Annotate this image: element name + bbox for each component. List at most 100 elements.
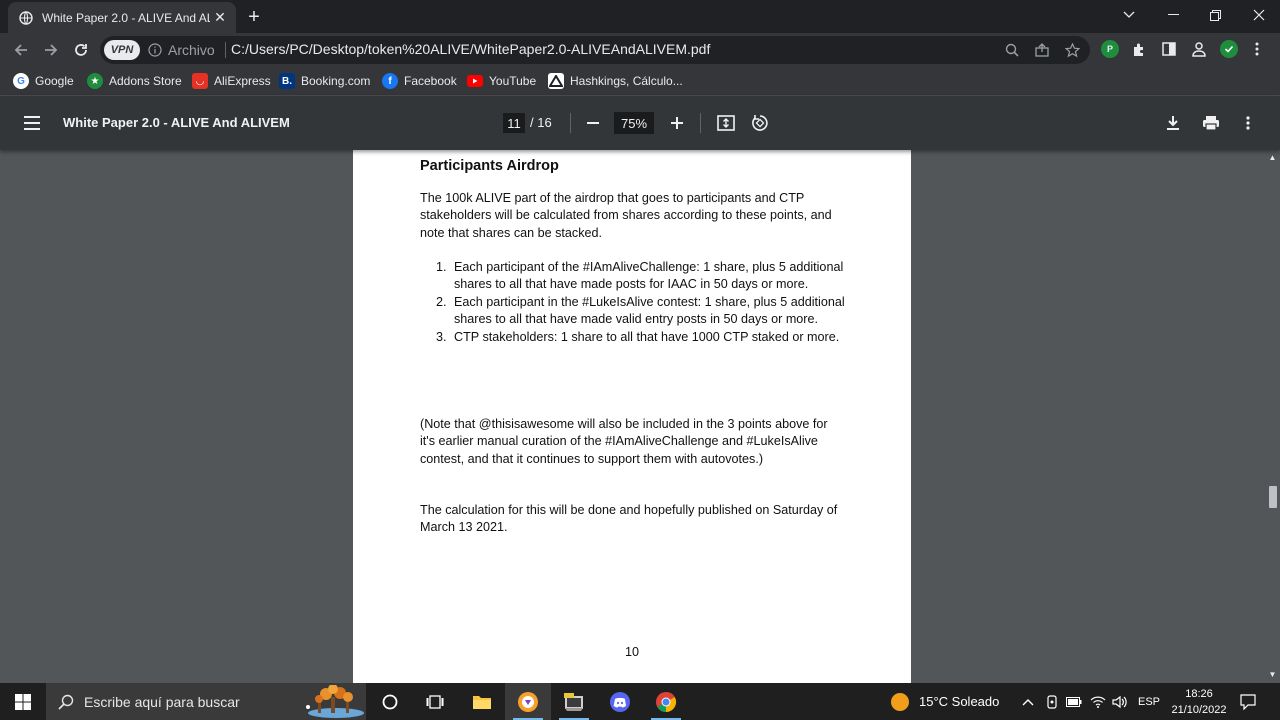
aliexpress-icon: ◡ <box>192 73 208 89</box>
bookmark-youtube[interactable]: YouTube <box>467 71 536 91</box>
pdf-viewer[interactable]: Participants Airdrop The 100k ALIVE part… <box>0 150 1280 683</box>
closing-paragraph: The calculation for this will be done an… <box>420 503 838 535</box>
start-button[interactable] <box>0 683 46 720</box>
extensions-puzzle-icon[interactable] <box>1130 40 1148 58</box>
facebook-icon: f <box>382 73 398 89</box>
battery-icon[interactable] <box>1066 683 1082 720</box>
scrollbar[interactable]: ▲ ▼ <box>1265 150 1280 683</box>
section-heading: Participants Airdrop <box>420 158 559 174</box>
bookmark-label: Addons Store <box>109 74 182 88</box>
page-number: 10 <box>624 645 639 659</box>
brave-browser-icon[interactable] <box>505 683 551 720</box>
notifications-icon[interactable] <box>1240 683 1256 720</box>
bookmark-label: Hashkings, Cálculo... <box>570 74 683 88</box>
bookmark-facebook[interactable]: f Facebook <box>382 71 457 91</box>
browser-menu-icon[interactable] <box>1248 40 1266 58</box>
omnibox[interactable]: VPN Archivo C:/Users/PC/Desktop/token%20… <box>100 36 1090 64</box>
pdf-sidebar-menu-icon[interactable] <box>20 111 44 135</box>
profile-icon[interactable] <box>1190 40 1208 58</box>
browser-tab-active[interactable]: White Paper 2.0 - ALIVE And ALIVEM ✕ <box>8 2 236 33</box>
zoom-in-button[interactable] <box>665 111 689 135</box>
fit-to-page-icon[interactable] <box>714 111 738 135</box>
pdf-page: Participants Airdrop The 100k ALIVE part… <box>353 150 911 683</box>
download-icon[interactable] <box>1161 111 1185 135</box>
list-number: 2. <box>436 294 447 309</box>
print-icon[interactable] <box>1199 111 1223 135</box>
scroll-down-icon[interactable]: ▼ <box>1268 671 1277 679</box>
pdf-title: White Paper 2.0 - ALIVE And ALIVEM <box>63 115 290 130</box>
site-info[interactable]: Archivo <box>148 40 226 60</box>
weather-widget[interactable]: 15°C Soleado <box>890 683 999 720</box>
volume-icon[interactable] <box>1112 683 1128 720</box>
bookmark-star-icon[interactable] <box>1062 40 1082 60</box>
notepad-app-icon[interactable] <box>551 683 597 720</box>
page-total: / 16 <box>530 115 552 130</box>
pdf-toolbar: White Paper 2.0 - ALIVE And ALIVEM 11 / … <box>0 96 1280 150</box>
pdf-globe-icon <box>18 10 34 26</box>
list-text: CTP stakeholders: 1 share to all that ha… <box>454 329 840 344</box>
minimize-button[interactable] <box>1150 0 1196 30</box>
bookmark-google[interactable]: G Google <box>13 71 74 91</box>
scroll-up-icon[interactable]: ▲ <box>1268 154 1277 162</box>
bookmark-addons-store[interactable]: ★ Addons Store <box>87 71 182 91</box>
bookmark-booking[interactable]: B. Booking.com <box>279 71 370 91</box>
cortana-icon[interactable] <box>367 683 413 720</box>
list-number: 3. <box>436 329 447 344</box>
reload-button[interactable] <box>68 37 94 63</box>
scrollbar-thumb[interactable] <box>1269 486 1277 508</box>
rotate-icon[interactable] <box>748 111 772 135</box>
restore-button[interactable] <box>1192 0 1238 30</box>
system-clock[interactable]: 18:26 21/10/2022 <box>1163 686 1235 718</box>
share-icon[interactable] <box>1032 40 1052 60</box>
meet-now-icon[interactable] <box>1045 683 1059 720</box>
list-number: 1. <box>436 260 447 274</box>
list-text: Each participant of the #IAmAliveChallen… <box>454 260 844 292</box>
zoom-level-input[interactable]: 75% <box>614 112 654 134</box>
clock-date: 21/10/2022 <box>1171 704 1227 716</box>
sun-icon <box>891 692 909 711</box>
windows-taskbar: Escribe aquí para buscar 15°C Soleado ES… <box>0 683 1280 720</box>
bookmarks-bar: G Google ★ Addons Store ◡ AliExpress B. … <box>0 66 1280 96</box>
google-icon: G <box>13 73 29 89</box>
close-window-button[interactable] <box>1236 0 1280 30</box>
tab-search-chevron-icon[interactable] <box>1106 0 1152 30</box>
vpn-badge[interactable]: VPN <box>104 40 140 60</box>
bookmark-aliexpress[interactable]: ◡ AliExpress <box>192 71 271 91</box>
chrome-icon[interactable] <box>643 683 689 720</box>
zoom-out-button[interactable] <box>581 111 605 135</box>
side-panel-icon[interactable] <box>1160 40 1178 58</box>
page-number-input[interactable]: 11 <box>503 113 525 133</box>
language-indicator[interactable]: ESP <box>1138 683 1160 720</box>
extension-check-icon[interactable] <box>1220 40 1238 58</box>
toolbar-divider <box>570 113 571 133</box>
weather-text: 15°C Soleado <box>919 694 1000 709</box>
url-text[interactable]: C:/Users/PC/Desktop/token%20ALIVE/WhiteP… <box>231 41 710 57</box>
bookmark-label: Facebook <box>404 74 457 88</box>
wifi-icon[interactable] <box>1090 683 1106 720</box>
youtube-icon <box>467 73 483 89</box>
discord-icon[interactable] <box>597 683 643 720</box>
extension-p-icon[interactable]: P <box>1101 40 1119 58</box>
address-prefix: Archivo <box>168 42 215 58</box>
forward-button[interactable] <box>38 37 64 63</box>
search-placeholder: Escribe aquí para buscar <box>84 693 240 710</box>
file-explorer-icon[interactable] <box>459 683 505 720</box>
bookmark-hashkings[interactable]: Hashkings, Cálculo... <box>548 71 683 91</box>
browser-toolbar: VPN Archivo C:/Users/PC/Desktop/token%20… <box>0 33 1280 66</box>
toolbar-divider <box>700 113 701 133</box>
task-view-icon[interactable] <box>412 683 458 720</box>
list-item: 3. CTP stakeholders: 1 share to all that… <box>436 329 846 346</box>
tab-close-icon[interactable]: ✕ <box>210 8 230 28</box>
bookmark-label: YouTube <box>489 74 537 88</box>
zoom-icon[interactable] <box>1002 40 1022 60</box>
search-highlight-illustration-icon[interactable] <box>300 684 364 719</box>
intro-paragraph: The 100k ALIVE part of the airdrop that … <box>420 191 832 240</box>
bookmark-label: Google <box>35 74 74 88</box>
note-paragraph: (Note that @thisisawesome will also be i… <box>420 417 828 466</box>
show-hidden-icons-chevron-icon[interactable] <box>1022 683 1034 720</box>
more-actions-icon[interactable] <box>1236 111 1260 135</box>
new-tab-button[interactable]: + <box>243 6 265 28</box>
bookmark-label: AliExpress <box>214 74 271 88</box>
back-button[interactable] <box>8 37 34 63</box>
tab-title: White Paper 2.0 - ALIVE And ALIVEM <box>42 10 210 25</box>
